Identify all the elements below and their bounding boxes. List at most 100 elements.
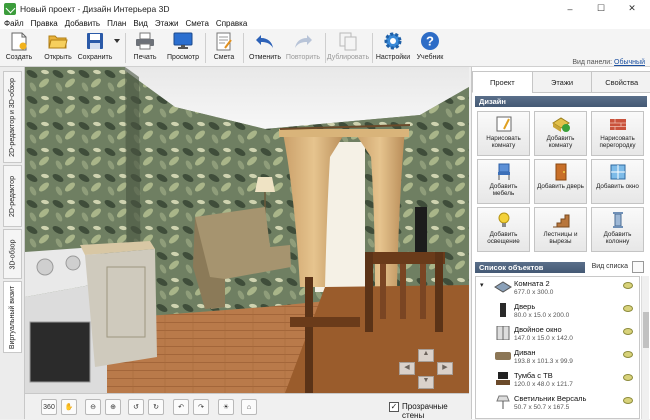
add-furniture-button[interactable]: Добавить мебель: [477, 159, 530, 204]
add-door-button[interactable]: Добавить дверь: [534, 159, 587, 204]
navigation-pad: ▲ ◀ ▼ ▶: [397, 349, 457, 389]
menu-estimate[interactable]: Смета: [185, 19, 208, 28]
duplicate-button[interactable]: Дублировать: [327, 31, 369, 65]
visibility-eye-icon[interactable]: [623, 397, 633, 404]
panel-view-value[interactable]: Обычный: [614, 59, 645, 66]
new-document-icon: [8, 31, 30, 51]
list-item[interactable]: Двойное окно 147.0 x 15.0 x 142.0: [476, 323, 639, 345]
view-list-label[interactable]: Вид списка: [592, 263, 628, 270]
menu-view[interactable]: Вид: [133, 19, 147, 28]
add-room-button[interactable]: Добавить комнату: [534, 111, 587, 156]
toolbar-separator: [372, 33, 373, 63]
preview-button[interactable]: Просмотр: [166, 31, 200, 65]
nav-up-arrow[interactable]: ▲: [418, 349, 434, 362]
objects-scrollbar[interactable]: [641, 276, 649, 419]
gear-icon: [382, 31, 404, 51]
design-actions: Нарисовать комнату Добавить комнату Нари…: [477, 111, 649, 252]
estimate-icon: [213, 31, 235, 51]
visibility-eye-icon[interactable]: [623, 328, 633, 335]
close-button[interactable]: ✕: [618, 0, 646, 17]
tilt-down-icon[interactable]: ↷: [193, 399, 209, 415]
list-view-icon[interactable]: [632, 261, 644, 273]
panel-view-selector[interactable]: Вид панели: Обычный: [572, 59, 645, 66]
add-column-button[interactable]: Добавить колонну: [591, 207, 644, 252]
nav-right-arrow[interactable]: ▶: [437, 362, 453, 375]
nav-down-arrow[interactable]: ▼: [418, 376, 434, 389]
list-item[interactable]: Тумба с ТВ 120.0 x 48.0 x 121.7: [476, 369, 639, 391]
objects-list-header: Список объектов: [475, 262, 585, 273]
list-item[interactable]: Дверь 80.0 x 15.0 x 200.0: [476, 300, 639, 322]
partition-icon: [609, 119, 626, 130]
hand-pan-icon[interactable]: ✋: [61, 399, 77, 415]
new-button[interactable]: Создать: [4, 31, 34, 65]
menu-edit[interactable]: Правка: [31, 19, 58, 28]
menu-add[interactable]: Добавить: [65, 19, 100, 28]
draw-room-button[interactable]: Нарисовать комнату: [477, 111, 530, 156]
visibility-eye-icon[interactable]: [623, 374, 633, 381]
tv-stand-icon: [496, 372, 510, 385]
add-window-button[interactable]: Добавить окно: [591, 159, 644, 204]
menu-help[interactable]: Справка: [216, 19, 247, 28]
save-button[interactable]: Сохранить: [76, 31, 114, 65]
tab-virtual-visit[interactable]: Виртуальный визит: [3, 281, 22, 353]
save-dropdown-arrow[interactable]: [113, 31, 121, 65]
tilt-up-icon[interactable]: ↶: [173, 399, 189, 415]
chair-icon: [497, 163, 510, 180]
lamp-icon: [498, 212, 509, 227]
estimate-button[interactable]: Смета: [211, 31, 237, 65]
menu-plan[interactable]: План: [107, 19, 126, 28]
zoom-in-icon[interactable]: ⊕: [105, 399, 121, 415]
settings-button[interactable]: Настройки: [375, 31, 411, 65]
lightbulb-icon[interactable]: ☀: [218, 399, 234, 415]
nav-left-arrow[interactable]: ◀: [399, 362, 415, 375]
rotate-right-icon[interactable]: ↻: [148, 399, 164, 415]
redo-icon: [292, 31, 314, 51]
print-button[interactable]: Печать: [131, 31, 159, 65]
rotate-left-icon[interactable]: ↺: [128, 399, 144, 415]
column-icon: [612, 212, 623, 228]
draw-partition-button[interactable]: Нарисовать перегородку: [591, 111, 644, 156]
view-mode-tabs: 2D-редактор и 3D-обзор 2D-редактор 3D-об…: [0, 67, 25, 419]
stairs-cutouts-button[interactable]: Лестницы и вырезы: [534, 207, 587, 252]
lamp-icon: [496, 395, 510, 409]
stairs-icon: [552, 214, 569, 228]
monitor-icon: [172, 31, 194, 51]
chevron-down-icon: [113, 31, 121, 51]
transparent-walls-label: Прозрачные стены: [402, 402, 448, 420]
collapse-icon[interactable]: ▾: [480, 281, 484, 289]
window-icon: [496, 326, 510, 340]
open-button[interactable]: Открыть: [40, 31, 76, 65]
panel-tabs: Проект Этажи Свойства: [472, 71, 650, 93]
menu-file[interactable]: Файл: [4, 19, 24, 28]
tab-floors[interactable]: Этажи: [531, 71, 593, 93]
visibility-eye-icon[interactable]: [623, 305, 633, 312]
undo-button[interactable]: Отменить: [248, 31, 282, 65]
zoom-out-icon[interactable]: ⊖: [85, 399, 101, 415]
minimize-button[interactable]: –: [556, 0, 584, 17]
tab-3d-view[interactable]: 3D-обзор: [3, 229, 22, 279]
tab-2d-editor[interactable]: 2D-редактор: [3, 165, 22, 227]
tab-project[interactable]: Проект: [472, 71, 533, 93]
visibility-eye-icon[interactable]: [623, 351, 633, 358]
design-section-header: Дизайн: [475, 96, 647, 107]
maximize-button[interactable]: ☐: [587, 0, 615, 17]
tutorial-button[interactable]: ? Учебник: [414, 31, 446, 65]
list-item[interactable]: Диван 193.8 x 101.3 x 99.9: [476, 346, 639, 368]
floppy-disk-icon: [84, 31, 106, 51]
toolbar-separator: [325, 33, 326, 63]
home-icon[interactable]: ⌂: [241, 399, 257, 415]
transparent-walls-checkbox[interactable]: ✓: [389, 402, 399, 412]
tab-properties[interactable]: Свойства: [591, 71, 650, 93]
list-item[interactable]: Светильник Версаль 50.7 x 50.7 x 167.5: [476, 392, 639, 414]
3d-viewport[interactable]: ▲ ◀ ▼ ▶: [25, 67, 469, 393]
list-item[interactable]: ▾ Комната 2 677.0 x 300.0: [476, 277, 639, 299]
window-icon: [610, 164, 625, 180]
add-lighting-button[interactable]: Добавить освещение: [477, 207, 530, 252]
rotate-360-icon[interactable]: 360: [41, 399, 57, 415]
tab-2d-and-3d[interactable]: 2D-редактор и 3D-обзор: [3, 71, 22, 163]
redo-button[interactable]: Повторить: [284, 31, 322, 65]
scrollbar-thumb[interactable]: [643, 312, 649, 348]
visibility-eye-icon[interactable]: [623, 282, 633, 289]
svg-text:?: ?: [426, 34, 434, 49]
menu-floors[interactable]: Этажи: [155, 19, 179, 28]
